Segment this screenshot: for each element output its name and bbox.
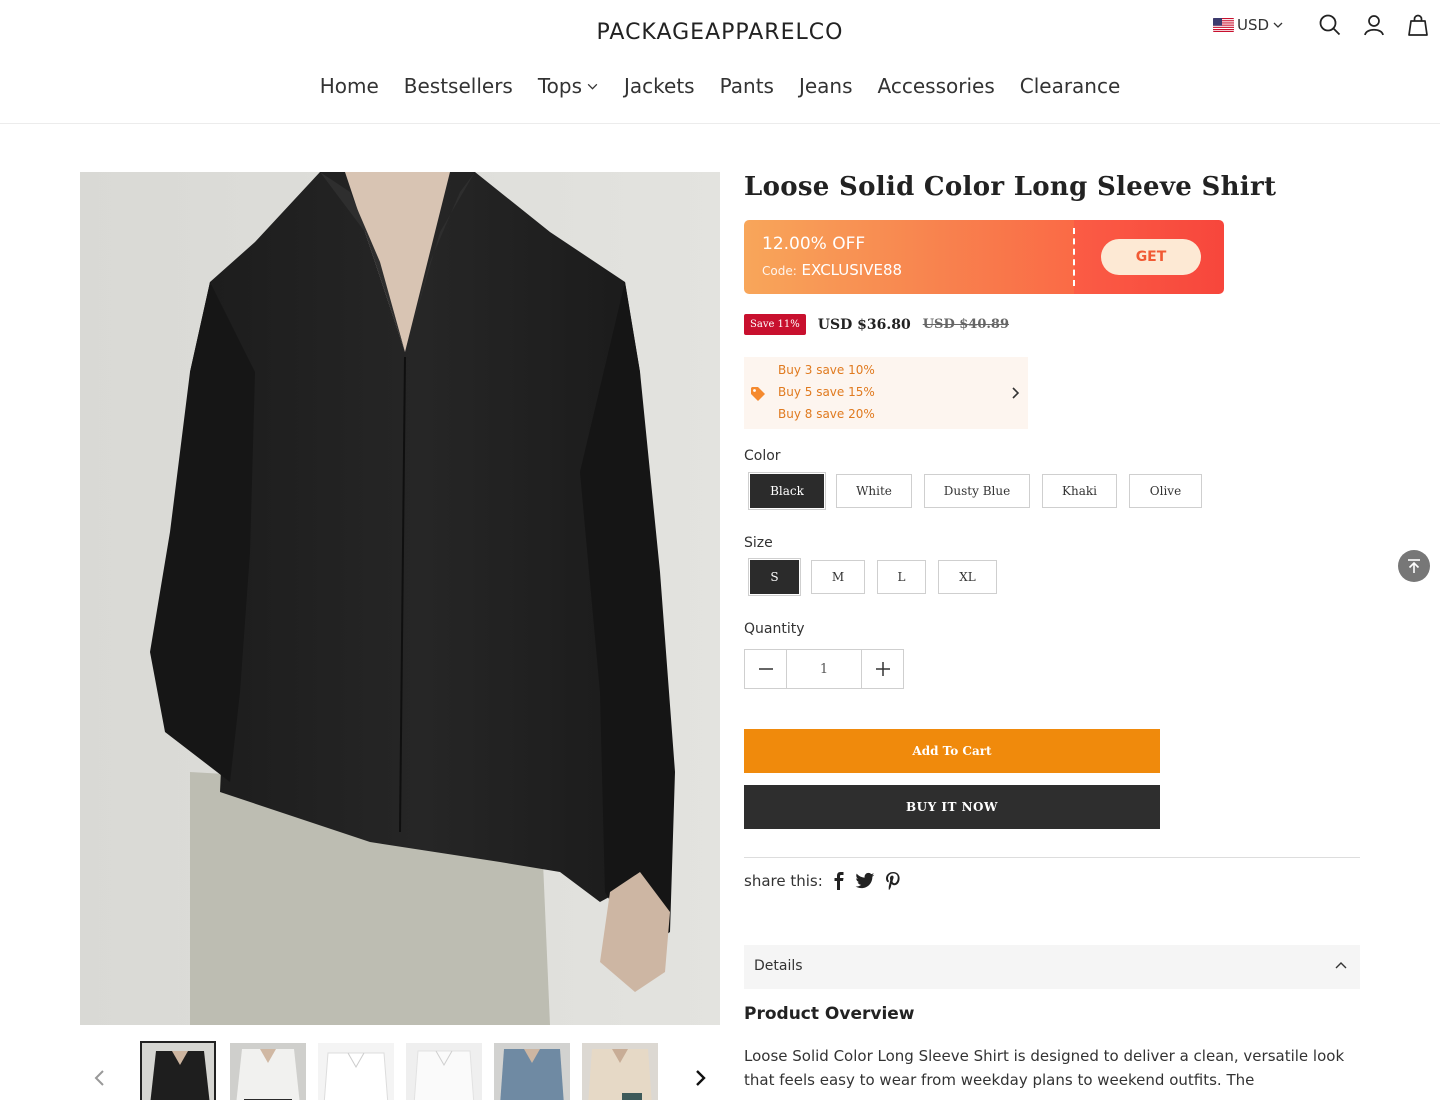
facebook-icon[interactable] xyxy=(833,872,845,890)
arrow-up-icon xyxy=(1408,559,1420,573)
original-price: USD $40.89 xyxy=(922,317,1009,332)
color-option-white[interactable]: White xyxy=(836,474,912,508)
coupon-left: 12.00% OFF Code: EXCLUSIVE88 xyxy=(744,220,1074,294)
divider xyxy=(744,857,1360,858)
nav-tops-label: Tops xyxy=(537,74,583,98)
chevron-down-icon xyxy=(1273,22,1283,28)
color-option-dusty-blue[interactable]: Dusty Blue xyxy=(924,474,1030,508)
coupon-discount: 12.00% OFF xyxy=(762,234,866,254)
buy-now-button[interactable]: BUY IT NOW xyxy=(744,785,1160,829)
search-icon[interactable] xyxy=(1318,13,1342,37)
thumbnail-khaki[interactable] xyxy=(582,1043,658,1100)
thumbnail-strip xyxy=(80,1040,720,1100)
color-option-black[interactable]: Black xyxy=(750,474,824,508)
chevron-down-icon xyxy=(587,83,598,90)
nav-pants[interactable]: Pants xyxy=(720,74,774,98)
price-row: Save 11% USD $36.80 USD $40.89 xyxy=(744,314,1009,335)
scroll-to-top-button[interactable] xyxy=(1398,550,1430,582)
minus-icon xyxy=(758,668,773,670)
current-price: USD $36.80 xyxy=(817,316,911,333)
volume-discounts[interactable]: Buy 3 save 10% Buy 5 save 15% Buy 8 save… xyxy=(744,357,1028,429)
color-option-olive[interactable]: Olive xyxy=(1129,474,1202,508)
nav-jackets[interactable]: Jackets xyxy=(624,74,695,98)
chevron-left-icon[interactable] xyxy=(90,1066,110,1090)
coupon-right: GET xyxy=(1074,220,1224,294)
coupon-card: 12.00% OFF Code: EXCLUSIVE88 GET xyxy=(744,220,1224,294)
quantity-label: Quantity xyxy=(744,621,805,637)
quantity-increase-button[interactable] xyxy=(862,650,903,688)
site-header: PACKAGEAPPARELCO USD Home Bestsellers To… xyxy=(0,0,1440,124)
coupon-code-value: EXCLUSIVE88 xyxy=(801,261,903,279)
product-overview-text: Loose Solid Color Long Sleeve Shirt is d… xyxy=(744,1047,1345,1089)
bag-icon[interactable] xyxy=(1406,13,1430,37)
discount-tier: Buy 3 save 10% xyxy=(778,363,875,377)
nav-home[interactable]: Home xyxy=(320,74,379,98)
thumbnail-white-2[interactable] xyxy=(318,1043,394,1100)
size-option-xl[interactable]: XL xyxy=(938,560,997,594)
thumbnail-white-1[interactable] xyxy=(230,1043,306,1100)
nav-accessories[interactable]: Accessories xyxy=(878,74,995,98)
chevron-right-icon[interactable] xyxy=(690,1066,710,1090)
currency-label: USD xyxy=(1237,16,1270,34)
currency-selector[interactable]: USD xyxy=(1213,16,1284,34)
thumbnail-white-3[interactable] xyxy=(406,1043,482,1100)
tag-icon xyxy=(751,387,765,401)
nav-bestsellers[interactable]: Bestsellers xyxy=(404,74,513,98)
share-row: share this: xyxy=(744,872,901,890)
main-nav: Home Bestsellers Tops Jackets Pants Jean… xyxy=(0,74,1440,98)
thumbnail-black[interactable] xyxy=(140,1041,216,1100)
details-label: Details xyxy=(754,958,803,974)
thumbnail-dusty-blue[interactable] xyxy=(494,1043,570,1100)
nav-tops[interactable]: Tops xyxy=(538,74,599,98)
size-option-l[interactable]: L xyxy=(877,560,926,594)
nav-clearance[interactable]: Clearance xyxy=(1020,74,1121,98)
nav-jeans[interactable]: Jeans xyxy=(799,74,853,98)
color-label: Color xyxy=(744,448,781,464)
quantity-input[interactable]: 1 xyxy=(786,650,862,688)
size-label: Size xyxy=(744,535,773,551)
chevron-up-icon xyxy=(1335,962,1347,969)
add-to-cart-button[interactable]: Add To Cart xyxy=(744,729,1160,773)
discount-tier: Buy 8 save 20% xyxy=(778,407,875,421)
product-title: Loose Solid Color Long Sleeve Shirt xyxy=(744,172,1277,202)
twitter-icon[interactable] xyxy=(855,872,875,890)
quantity-decrease-button[interactable] xyxy=(745,650,786,688)
coupon-get-button[interactable]: GET xyxy=(1101,239,1201,275)
size-option-m[interactable]: M xyxy=(811,560,865,594)
product-main-image[interactable] xyxy=(80,172,720,1025)
pinterest-icon[interactable] xyxy=(885,872,901,890)
coupon-code-label: Code: xyxy=(762,264,797,278)
details-accordion[interactable]: Details xyxy=(744,945,1360,989)
share-label: share this: xyxy=(744,872,823,890)
plus-icon xyxy=(875,662,890,676)
coupon-divider xyxy=(1073,228,1075,286)
coupon-code: Code: EXCLUSIVE88 xyxy=(762,261,902,279)
chevron-right-icon xyxy=(1012,387,1020,399)
user-icon[interactable] xyxy=(1362,13,1386,37)
quantity-stepper: 1 xyxy=(744,649,904,689)
save-badge: Save 11% xyxy=(744,314,806,335)
color-option-khaki[interactable]: Khaki xyxy=(1042,474,1117,508)
discount-tier: Buy 5 save 15% xyxy=(778,385,875,399)
us-flag-icon xyxy=(1213,18,1234,32)
product-overview-title: Product Overview xyxy=(744,1004,915,1024)
size-option-s[interactable]: S xyxy=(750,560,799,594)
